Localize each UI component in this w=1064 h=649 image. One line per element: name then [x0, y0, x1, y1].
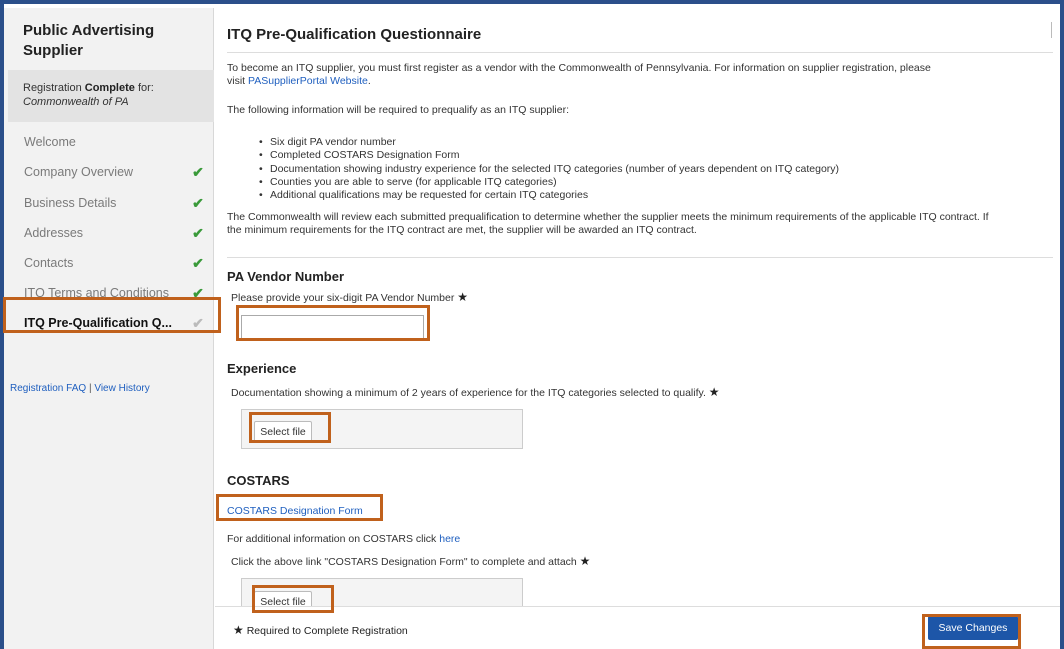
- sidebar-item-addresses[interactable]: Addresses ✔: [24, 219, 209, 247]
- intro-text: To become an ITQ supplier, you must firs…: [227, 62, 931, 88]
- registration-faq-link[interactable]: Registration FAQ: [10, 383, 86, 394]
- sidebar-item-itq-terms[interactable]: ITQ Terms and Conditions ✔: [24, 279, 209, 307]
- section-divider: [227, 257, 1053, 258]
- intro-visit: visit: [227, 75, 248, 87]
- sidebar: Public Advertising Supplier Registration…: [4, 8, 214, 649]
- scrollbar[interactable]: [1051, 22, 1052, 38]
- review-line-2: the minimum requirements for the ITQ con…: [227, 224, 697, 236]
- footer-bar: ★ Required to Complete Registration Save…: [215, 606, 1060, 649]
- required-star-icon: ★: [233, 623, 244, 637]
- costars-attach-prompt: Click the above link "COSTARS Designatio…: [231, 556, 577, 568]
- registration-suffix: for:: [134, 82, 154, 94]
- review-line-1: The Commonwealth will review each submit…: [227, 211, 989, 223]
- experience-prompt-row: Documentation showing a minimum of 2 yea…: [231, 386, 720, 400]
- experience-heading: Experience: [227, 361, 297, 376]
- registration-status: Registration Complete for: Commonwealth …: [8, 70, 214, 122]
- sidebar-item-itq-prequalification[interactable]: ITQ Pre-Qualification Q... ✔: [24, 309, 209, 337]
- check-icon: ✔: [192, 254, 204, 271]
- check-icon: ✔: [192, 194, 204, 211]
- save-changes-button[interactable]: Save Changes: [928, 616, 1018, 640]
- sidebar-item-label: ITQ Terms and Conditions: [24, 286, 169, 300]
- sidebar-title: Public Advertising Supplier: [23, 22, 155, 59]
- page-title: ITQ Pre-Qualification Questionnaire: [227, 26, 482, 43]
- sidebar-item-label: Contacts: [24, 256, 74, 270]
- vendor-number-prompt: Please provide your six-digit PA Vendor …: [231, 292, 455, 304]
- check-icon: ✔: [192, 224, 204, 241]
- list-item: Counties you are able to serve (for appl…: [259, 176, 839, 189]
- list-item: Six digit PA vendor number: [259, 136, 839, 149]
- sidebar-item-contacts[interactable]: Contacts ✔: [24, 249, 209, 277]
- sidebar-item-company-overview[interactable]: Company Overview ✔: [24, 158, 209, 186]
- list-item: Documentation showing industry experienc…: [259, 163, 839, 176]
- list-item: Completed COSTARS Designation Form: [259, 149, 839, 162]
- view-history-link[interactable]: View History: [94, 383, 149, 394]
- sidebar-item-label: Business Details: [24, 196, 117, 210]
- costars-attach-row: Click the above link "COSTARS Designatio…: [231, 555, 590, 569]
- requirements-intro: The following information will be requir…: [227, 104, 570, 116]
- registration-prefix: Registration: [23, 82, 85, 94]
- check-icon: ✔: [192, 314, 204, 331]
- costars-form-link[interactable]: COSTARS Designation Form: [227, 505, 363, 518]
- experience-prompt: Documentation showing a minimum of 2 yea…: [231, 387, 706, 399]
- review-text: The Commonwealth will review each submit…: [227, 211, 989, 237]
- costars-additional-text: For additional information on COSTARS cl…: [227, 533, 440, 545]
- title-divider: [227, 52, 1053, 53]
- vendor-number-prompt-row: Please provide your six-digit PA Vendor …: [231, 291, 468, 305]
- pasupplierportal-link[interactable]: PASupplierPortal Website: [248, 75, 368, 87]
- list-item: Additional qualifications may be request…: [259, 189, 839, 202]
- experience-file-dropzone[interactable]: Select file: [241, 409, 523, 449]
- costars-here-link[interactable]: here: [439, 533, 460, 545]
- vendor-number-input[interactable]: [241, 315, 424, 339]
- required-star-icon: ★: [708, 385, 720, 399]
- required-star-icon: ★: [457, 290, 469, 304]
- required-note: ★ Required to Complete Registration: [233, 623, 408, 637]
- sidebar-item-label: Welcome: [24, 135, 76, 149]
- intro-line-1: To become an ITQ supplier, you must firs…: [227, 62, 931, 74]
- registration-entity: Commonwealth of PA: [23, 96, 129, 108]
- sidebar-item-label: Company Overview: [24, 165, 134, 179]
- experience-select-file-button[interactable]: Select file: [254, 421, 312, 443]
- required-star-icon: ★: [579, 554, 591, 568]
- check-icon: ✔: [192, 163, 204, 180]
- intro-end: .: [367, 75, 371, 87]
- sidebar-links: Registration FAQ | View History: [10, 383, 150, 394]
- link-separator: |: [88, 383, 92, 394]
- sidebar-item-business-details[interactable]: Business Details ✔: [24, 189, 209, 217]
- required-note-text: Required to Complete Registration: [246, 625, 408, 637]
- sidebar-item-welcome[interactable]: Welcome: [24, 128, 209, 156]
- vendor-number-heading: PA Vendor Number: [227, 269, 345, 284]
- sidebar-item-label: Addresses: [24, 226, 84, 240]
- main-panel: ITQ Pre-Qualification Questionnaire To b…: [215, 8, 1060, 649]
- sidebar-item-label: ITQ Pre-Qualification Q...: [24, 316, 172, 330]
- costars-additional-row: For additional information on COSTARS cl…: [227, 533, 460, 546]
- check-icon: ✔: [192, 284, 204, 301]
- costars-heading: COSTARS: [227, 473, 290, 488]
- registration-status-value: Complete: [84, 82, 135, 94]
- requirements-list: Six digit PA vendor number Completed COS…: [259, 136, 839, 202]
